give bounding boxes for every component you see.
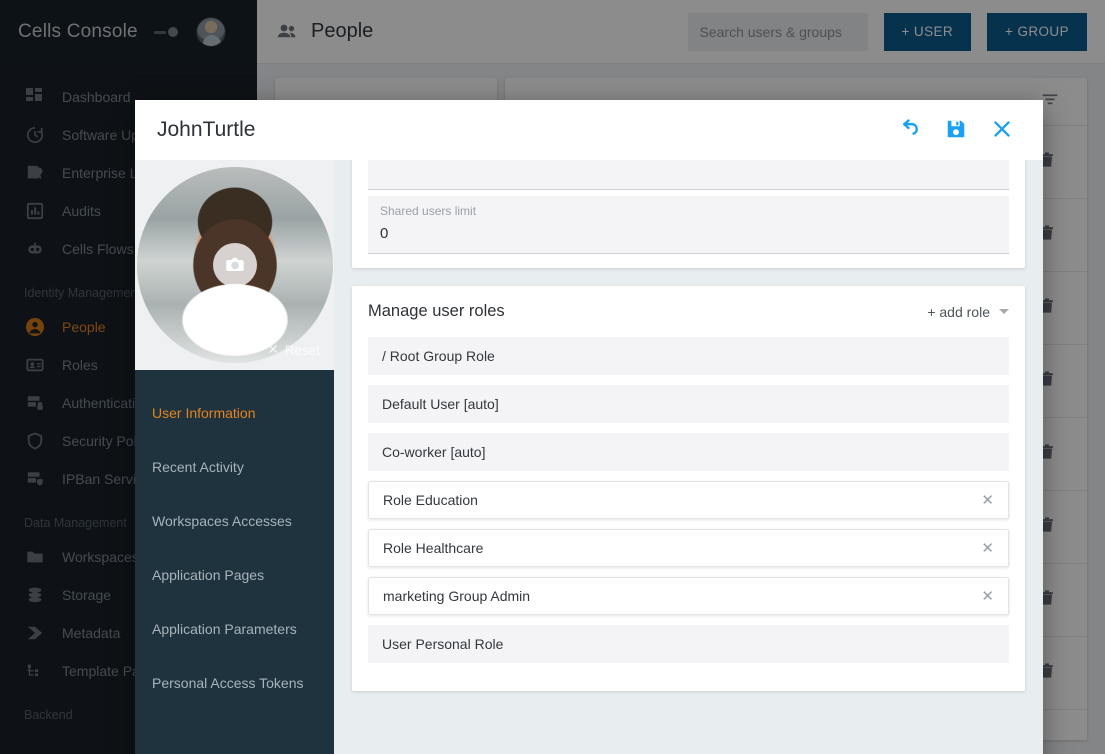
- dialog-content: Default Workspace Shared users limit 0 M…: [334, 160, 1043, 754]
- undo-button[interactable]: [887, 107, 933, 153]
- role-row[interactable]: User Personal Role: [368, 625, 1009, 663]
- field-value: 0: [380, 225, 389, 242]
- camera-icon[interactable]: [212, 243, 257, 287]
- roles-title: Manage user roles: [368, 302, 505, 320]
- field-label: Shared users limit: [380, 204, 477, 218]
- close-icon: [990, 117, 1014, 144]
- save-button[interactable]: [933, 107, 979, 153]
- user-fields-card: Default Workspace Shared users limit 0: [352, 160, 1025, 268]
- role-row[interactable]: Default User [auto]: [368, 385, 1009, 423]
- tab-user-information[interactable]: User Information: [135, 386, 334, 440]
- reset-label: Reset: [284, 342, 320, 358]
- reset-avatar-button[interactable]: ✕ Reset: [267, 342, 320, 358]
- dialog-header: JohnTurtle: [135, 100, 1043, 160]
- tab-application-parameters[interactable]: Application Parameters: [135, 602, 334, 656]
- user-edit-dialog: JohnTurtle ✕ Reset User Information Rece…: [135, 100, 1043, 754]
- dialog-body: ✕ Reset User Information Recent Activity…: [135, 160, 1043, 754]
- tab-application-pages[interactable]: Application Pages: [135, 548, 334, 602]
- add-role-button[interactable]: + add role: [927, 304, 1009, 320]
- close-icon: ✕: [267, 342, 279, 357]
- tab-recent-activity[interactable]: Recent Activity: [135, 440, 334, 494]
- role-row[interactable]: Co-worker [auto]: [368, 433, 1009, 471]
- role-row[interactable]: marketing Group Admin ✕: [368, 577, 1009, 615]
- dialog-sidebar: ✕ Reset User Information Recent Activity…: [135, 160, 334, 754]
- role-label: / Root Group Role: [382, 348, 495, 364]
- close-button[interactable]: [979, 107, 1025, 153]
- manage-user-roles-card: Manage user roles + add role / Root Grou…: [352, 286, 1025, 691]
- dialog-title: JohnTurtle: [157, 118, 256, 141]
- avatar-section[interactable]: ✕ Reset: [135, 160, 334, 370]
- add-role-label: + add role: [927, 303, 990, 320]
- shared-users-limit-field[interactable]: Shared users limit 0: [368, 196, 1009, 254]
- chevron-down-icon: [999, 309, 1009, 314]
- avatar[interactable]: [136, 167, 333, 363]
- tab-workspaces-accesses[interactable]: Workspaces Accesses: [135, 494, 334, 548]
- save-icon: [945, 118, 967, 143]
- remove-role-icon[interactable]: ✕: [981, 589, 994, 604]
- role-label: Role Education: [383, 492, 478, 508]
- role-label: marketing Group Admin: [383, 588, 531, 604]
- dialog-tabs: User Information Recent Activity Workspa…: [135, 370, 334, 710]
- undo-icon: [897, 116, 923, 145]
- roles-header: Manage user roles + add role: [368, 302, 1009, 321]
- role-label: User Personal Role: [382, 636, 504, 652]
- field-value: [380, 160, 997, 183]
- remove-role-icon[interactable]: ✕: [981, 493, 994, 508]
- role-row[interactable]: / Root Group Role: [368, 337, 1009, 375]
- role-row[interactable]: Role Education ✕: [368, 481, 1009, 519]
- role-label: Role Healthcare: [383, 540, 484, 556]
- role-label: Co-worker [auto]: [382, 444, 486, 460]
- tab-personal-access-tokens[interactable]: Personal Access Tokens: [135, 656, 334, 710]
- default-workspace-field[interactable]: Default Workspace: [368, 160, 1009, 190]
- role-label: Default User [auto]: [382, 396, 499, 412]
- role-row[interactable]: Role Healthcare ✕: [368, 529, 1009, 567]
- remove-role-icon[interactable]: ✕: [981, 541, 994, 556]
